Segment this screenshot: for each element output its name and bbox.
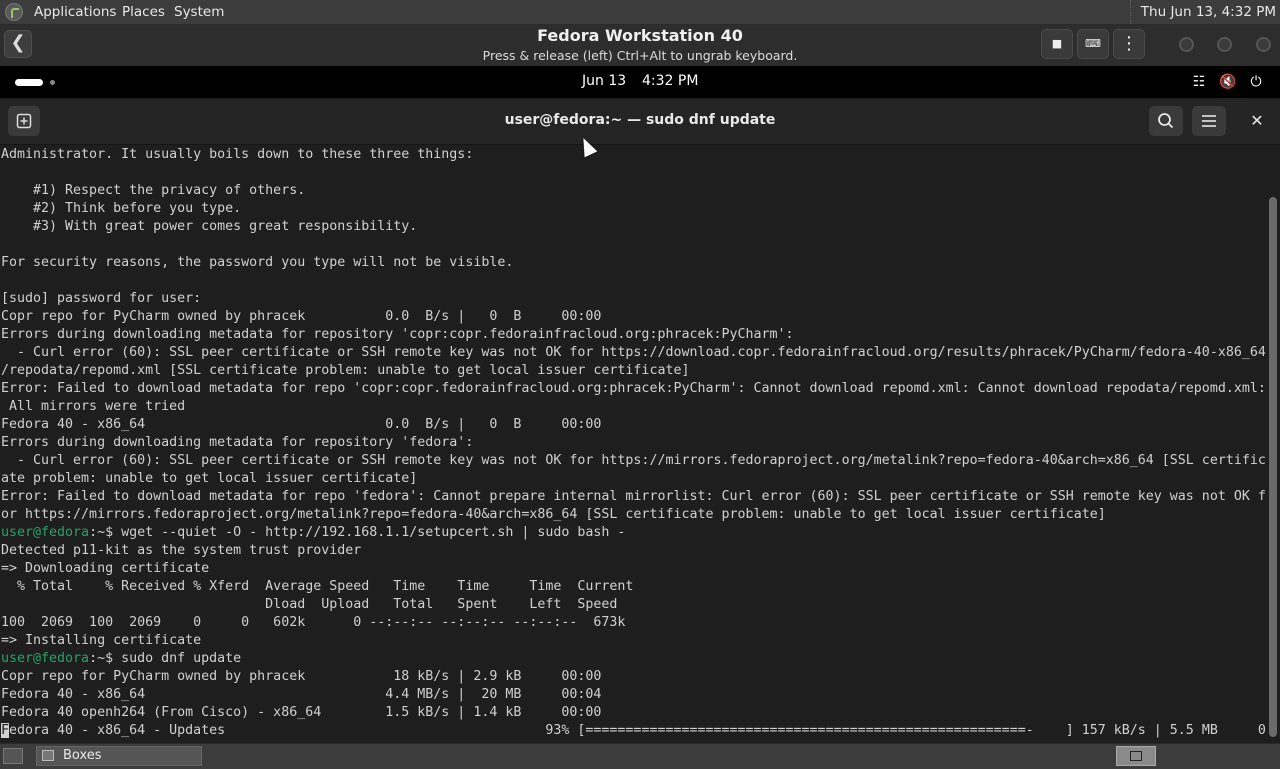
- close-window-button[interactable]: [1256, 37, 1271, 52]
- menu-system[interactable]: System: [174, 0, 224, 24]
- terminal-line: or https://mirrors.fedoraproject.org/met…: [1, 507, 1106, 522]
- terminal-line: Errors during downloading metadata for r…: [1, 327, 794, 342]
- terminal-line: Error: Failed to download metadata for r…: [1, 381, 1266, 396]
- host-taskbar: Boxes: [0, 743, 1280, 769]
- task-label: Boxes: [63, 748, 102, 763]
- terminal-line: Dload Upload Total Spent Left Speed: [1, 597, 618, 612]
- terminal-line: Fedora 40 openh264 (From Cisco) - x86_64…: [1, 705, 602, 720]
- terminal-line: - Curl error (60): SSL peer certificate …: [1, 453, 1266, 468]
- terminal-line: Fedora 40 - x86_64 0.0 B/s | 0 B 00:00: [1, 417, 602, 432]
- gnome-top-bar: Jun 13 4:32 PM ☷ 🔇 ⏻: [0, 66, 1280, 98]
- hamburger-icon: [1202, 115, 1216, 127]
- search-button[interactable]: [1149, 106, 1183, 136]
- terminal-line: ate problem: unable to get local issuer …: [1, 471, 418, 486]
- terminal-line: Fedora 40 - x86_64 4.4 MB/s | 20 MB 00:0…: [1, 687, 602, 702]
- terminal-line: % Total % Received % Xferd Average Speed…: [1, 579, 634, 594]
- terminal-line: 100 2069 100 2069 0 0 602k 0 --:--:-- --…: [1, 615, 626, 630]
- prompt-command: :~$ sudo dnf update: [89, 651, 242, 666]
- terminal-line: Errors during downloading metadata for r…: [1, 435, 474, 450]
- taskbar-item-boxes[interactable]: Boxes: [36, 746, 202, 766]
- network-icon[interactable]: ☷: [1191, 74, 1207, 90]
- terminal-line: For security reasons, the password you t…: [1, 255, 514, 270]
- workspace-switcher[interactable]: [1116, 746, 1156, 766]
- close-terminal-button[interactable]: ✕: [1242, 106, 1272, 136]
- more-vertical-icon: ⋮: [1120, 33, 1138, 54]
- terminal-line: Detected p11-kit as the system trust pro…: [1, 543, 362, 558]
- back-button[interactable]: ❮: [4, 30, 32, 58]
- gnome-date[interactable]: Jun 13: [582, 73, 626, 89]
- stop-icon: ■: [1051, 37, 1063, 50]
- terminal-line: #1) Respect the privacy of others.: [1, 183, 306, 198]
- host-top-panel: Applications Places System Thu Jun 13, 4…: [0, 0, 1280, 25]
- terminal-line: #2) Think before you type.: [1, 201, 242, 216]
- scrollbar-thumb[interactable]: [1269, 197, 1277, 737]
- terminal-line: Administrator. It usually boils down to …: [1, 147, 474, 162]
- menu-applications[interactable]: Applications: [34, 0, 116, 24]
- terminal-line: [sudo] password for user:: [1, 291, 202, 306]
- back-arrow-icon: ❮: [10, 32, 26, 53]
- show-desktop-button[interactable]: [3, 748, 23, 764]
- keyboard-button[interactable]: ⌨: [1077, 29, 1109, 59]
- terminal-line: Copr repo for PyCharm owned by phracek 0…: [1, 309, 602, 324]
- maximize-button[interactable]: [1217, 37, 1232, 52]
- terminal-line: => Installing certificate: [1, 633, 202, 648]
- terminal-title: user@fedora:~ — sudo dnf update: [504, 112, 776, 128]
- keyboard-icon: ⌨: [1085, 37, 1101, 50]
- new-tab-icon: [16, 113, 32, 129]
- host-clock[interactable]: Thu Jun 13, 4:32 PM: [1129, 0, 1276, 24]
- minimize-button[interactable]: [1179, 37, 1194, 52]
- terminal-output[interactable]: Administrator. It usually boils down to …: [0, 145, 1266, 742]
- terminal-line: - Curl error (60): SSL peer certificate …: [1, 345, 1266, 360]
- menu-places[interactable]: Places: [122, 0, 165, 24]
- power-icon[interactable]: ⏻: [1248, 74, 1264, 90]
- terminal-line: #3) With great power comes great respons…: [1, 219, 418, 234]
- close-icon: ✕: [1250, 111, 1264, 130]
- prompt-user: user@fedora: [1, 651, 90, 666]
- prompt-user: user@fedora: [1, 525, 90, 540]
- boxes-header-bar: ❮ Fedora Workstation 40 Press & release …: [0, 25, 1280, 67]
- terminal-prompt-line: user@fedora:~$ wget --quiet -O - http://…: [1, 524, 625, 542]
- terminal-line: All mirrors were tried: [1, 399, 186, 414]
- prompt-command: :~$ wget --quiet -O - http://192.168.1.1…: [89, 525, 626, 540]
- terminal-line: Copr repo for PyCharm owned by phracek 1…: [1, 669, 602, 684]
- terminal-line: Error: Failed to download metadata for r…: [1, 489, 1266, 504]
- new-tab-button[interactable]: [8, 106, 40, 136]
- gnome-time[interactable]: 4:32 PM: [642, 73, 698, 89]
- terminal-line: => Downloading certificate: [1, 561, 210, 576]
- activities-indicator[interactable]: [15, 79, 43, 86]
- workspace-dot: [50, 80, 55, 85]
- terminal-scrollbar[interactable]: [1266, 145, 1280, 742]
- send-key-button[interactable]: ■: [1041, 29, 1073, 59]
- terminal-line: /repodata/repomd.xml [SSL certificate pr…: [1, 363, 690, 378]
- terminal-prompt-line: user@fedora:~$ sudo dnf update: [1, 650, 241, 668]
- search-icon: [1158, 113, 1174, 129]
- boxes-app-icon: [42, 750, 54, 761]
- progress-text: edora 40 - x86_64 - Updates 93% [=======…: [9, 723, 1266, 738]
- terminal-cursor: F: [1, 723, 10, 738]
- distro-logo-icon[interactable]: [5, 3, 23, 21]
- hamburger-menu-button[interactable]: [1192, 106, 1226, 136]
- terminal-progress-line: Fedora 40 - x86_64 - Updates 93% [======…: [1, 722, 1266, 740]
- volume-muted-icon[interactable]: 🔇: [1219, 74, 1236, 90]
- menu-button[interactable]: ⋮: [1113, 29, 1145, 59]
- terminal-header: user@fedora:~ — sudo dnf update ✕: [0, 99, 1280, 145]
